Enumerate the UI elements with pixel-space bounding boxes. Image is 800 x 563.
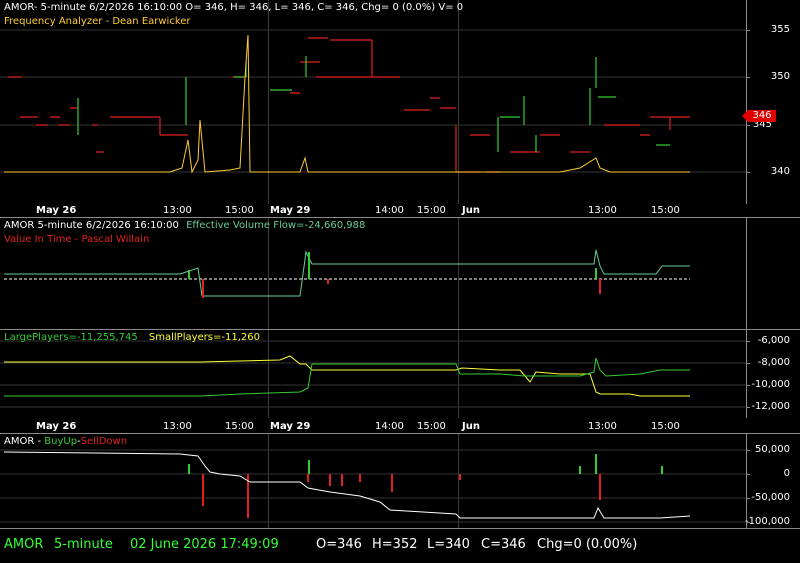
- last-price-tag: 346: [742, 110, 776, 122]
- axis-tick: [746, 450, 750, 451]
- selldown-label: SellDown: [80, 436, 128, 447]
- axis-tick: [746, 30, 750, 31]
- players-pane[interactable]: LargePlayers=-11,255,745 SmallPlayers=-1…: [0, 329, 800, 418]
- time-label: Jun: [462, 421, 480, 432]
- status-open: O=346: [316, 537, 362, 552]
- buyup-axis-label: -100,000: [745, 516, 790, 527]
- price-plot-area[interactable]: AMOR- 5-minute 6/2/2026 16:10:00 O= 346,…: [0, 0, 747, 204]
- axis-tick: [746, 385, 750, 386]
- status-close: C=346: [481, 537, 526, 552]
- value-in-time-up-bars: [188, 252, 597, 279]
- time-label: 15:00: [651, 205, 680, 216]
- time-label: 15:00: [651, 421, 680, 432]
- time-label: May 26: [36, 421, 77, 432]
- price-axis-label: 355: [770, 24, 790, 35]
- time-axis: May 26 13:00 15:00 May 29 14:00 15:00 Ju…: [0, 421, 746, 433]
- status-datetime: 02 June 2026 17:49:09: [130, 537, 279, 552]
- buyup-axis-label: -50,000: [751, 492, 790, 503]
- players-axis-label: -12,000: [751, 401, 790, 412]
- small-players-line: [4, 355, 690, 397]
- buyup-axis-label: 0: [783, 468, 790, 479]
- time-label: 13:00: [163, 421, 192, 432]
- price-chart-svg: [0, 29, 746, 174]
- time-label: 15:00: [225, 421, 254, 432]
- time-label: 14:00: [375, 421, 404, 432]
- time-label: May 26: [36, 205, 77, 216]
- volume-flow-pane[interactable]: AMOR 5-minute 6/2/2026 16:10:00 Effectiv…: [0, 217, 800, 330]
- price-axis-label: 350: [770, 71, 790, 82]
- axis-tick: [746, 125, 750, 126]
- up-price-bars: [77, 56, 670, 152]
- indicator-label: Frequency Analyzer - Dean Earwicker: [4, 16, 191, 27]
- buyup-selldown-plot-area[interactable]: AMOR - BuyUp-SellDown: [0, 434, 747, 529]
- time-label: 15:00: [417, 205, 446, 216]
- axis-tick: [746, 474, 750, 475]
- time-label: 13:00: [588, 205, 617, 216]
- axis-tick: [746, 498, 750, 499]
- time-label: 13:00: [163, 205, 192, 216]
- status-bar: AMOR 5-minute 02 June 2026 17:49:09 O=34…: [0, 528, 800, 563]
- status-change: Chg=0 (0.00%): [537, 537, 638, 552]
- buyup-label: BuyUp: [44, 436, 78, 447]
- effective-volume-flow-label: Effective Volume Flow=-24,660,988: [186, 220, 366, 231]
- pane4-header: AMOR - BuyUp-SellDown: [4, 436, 127, 447]
- pane4-symbol: AMOR -: [4, 436, 45, 447]
- players-axis-label: -6,000: [757, 335, 790, 346]
- players-header: LargePlayers=-11,255,745 SmallPlayers=-1…: [4, 332, 260, 343]
- time-label: 15:00: [417, 421, 446, 432]
- price-axis-label: 340: [770, 166, 790, 177]
- players-axis-label: -8,000: [757, 357, 790, 368]
- chart-header: AMOR- 5-minute 6/2/2026 16:10:00 O= 346,…: [4, 2, 464, 13]
- large-players-line: [4, 357, 690, 397]
- time-label: 15:00: [225, 205, 254, 216]
- axis-tick: [746, 77, 750, 78]
- time-label: 13:00: [588, 421, 617, 432]
- players-axis-label: -10,000: [751, 379, 790, 390]
- time-label: 14:00: [375, 205, 404, 216]
- status-low: L=340: [427, 537, 470, 552]
- large-players-label: LargePlayers=-11,255,745: [4, 332, 138, 343]
- time-label: Jun: [462, 205, 480, 216]
- status-interval: 5-minute: [54, 537, 113, 552]
- status-high: H=352: [372, 537, 418, 552]
- axis-tick: [746, 341, 750, 342]
- buyup-selldown-pane[interactable]: AMOR - BuyUp-SellDown 50,000 0 -50,000 -…: [0, 433, 800, 529]
- buyup-bars: [188, 454, 663, 474]
- chart-header: AMOR 5-minute 6/2/2026 16:10:00 Effectiv…: [4, 220, 365, 231]
- pane2-header: AMOR 5-minute 6/2/2026 16:10:00: [4, 220, 179, 231]
- effective-volume-flow-line: [4, 249, 690, 297]
- selldown-bars: [202, 474, 601, 518]
- buyup-selldown-svg: [0, 449, 746, 523]
- volume-flow-plot-area[interactable]: AMOR 5-minute 6/2/2026 16:10:00 Effectiv…: [0, 218, 747, 330]
- players-plot-area[interactable]: LargePlayers=-11,255,745 SmallPlayers=-1…: [0, 330, 747, 418]
- down-price-bars: [8, 37, 690, 173]
- axis-tick: [746, 172, 750, 173]
- time-axis: May 26 13:00 15:00 May 29 14:00 15:00 Ju…: [0, 205, 746, 217]
- small-players-label: SmallPlayers=-11,260: [148, 332, 260, 343]
- value-in-time-label: Value In Time - Pascal Willain: [4, 234, 150, 245]
- players-svg: [0, 340, 746, 408]
- axis-tick: [746, 407, 750, 408]
- axis-tick: [746, 363, 750, 364]
- time-label: May 29: [270, 205, 311, 216]
- buyup-selldown-line: [3, 451, 691, 519]
- time-label: May 29: [270, 421, 311, 432]
- buyup-axis-label: 50,000: [755, 444, 790, 455]
- value-in-time-bars: [202, 279, 601, 298]
- price-pane[interactable]: AMOR- 5-minute 6/2/2026 16:10:00 O= 346,…: [0, 0, 800, 204]
- status-symbol: AMOR: [4, 537, 44, 552]
